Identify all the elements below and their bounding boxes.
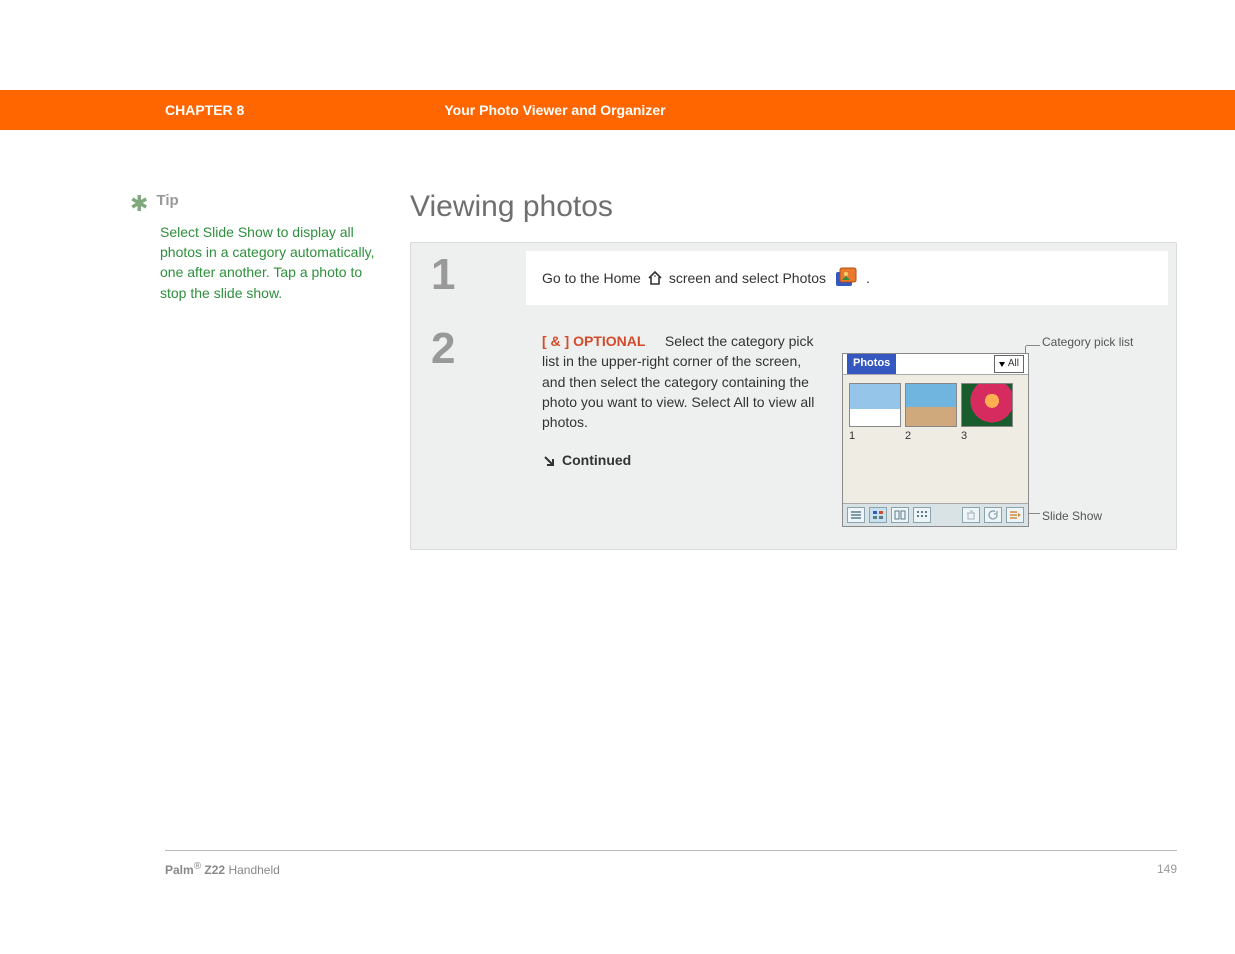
thumbnail[interactable]: 3 xyxy=(961,383,1011,445)
thumbnail-image xyxy=(905,383,957,427)
continued-arrow-icon xyxy=(542,454,556,468)
thumbnail-grid: 1 2 3 xyxy=(843,375,1028,449)
thumbnail-label: 1 xyxy=(849,429,899,445)
step-2-body: [ & ] OPTIONAL Select the category pick … xyxy=(526,317,1168,541)
device-screenshot: Photos All 1 xyxy=(842,353,1029,527)
dropdown-triangle-icon xyxy=(999,362,1005,367)
rotate-icon[interactable] xyxy=(984,507,1002,523)
thumbnail[interactable]: 2 xyxy=(905,383,955,445)
trash-icon[interactable] xyxy=(962,507,980,523)
view-small-thumb-icon[interactable] xyxy=(913,507,931,523)
callout-line xyxy=(1026,345,1040,347)
step-2: 2 [ & ] OPTIONAL Select the category pic… xyxy=(411,317,1176,549)
optional-label: OPTIONAL xyxy=(573,333,645,349)
home-icon xyxy=(647,270,663,286)
step-1-body: Go to the Home screen and select Photos … xyxy=(526,251,1168,305)
tip-body: Select Slide Show to display all photos … xyxy=(160,222,390,303)
chapter-header: CHAPTER 8 Your Photo Viewer and Organize… xyxy=(0,90,1235,130)
callout-category: Category pick list xyxy=(1042,335,1133,349)
page-footer: Palm® Z22 Handheld 149 xyxy=(165,850,1177,877)
photos-app-icon xyxy=(832,265,860,291)
continued-label: Continued xyxy=(562,450,631,470)
thumbnail-image xyxy=(961,383,1013,427)
thumbnail-label: 3 xyxy=(961,429,1011,445)
step-number: 1 xyxy=(411,243,526,313)
thumbnail[interactable]: 1 xyxy=(849,383,899,445)
view-large-thumb-icon[interactable] xyxy=(869,507,887,523)
callout-line xyxy=(1028,513,1040,515)
category-picklist[interactable]: All xyxy=(994,355,1024,374)
app-header: Photos All xyxy=(843,354,1028,375)
slideshow-icon[interactable] xyxy=(1006,507,1024,523)
chapter-title: Your Photo Viewer and Organizer xyxy=(444,102,665,118)
page-number: 149 xyxy=(1157,862,1177,876)
picklist-value: All xyxy=(1008,357,1019,372)
tip-sidebar: ✱ Tip Select Slide Show to display all p… xyxy=(130,190,390,550)
step1-period: . xyxy=(866,268,870,288)
app-toolbar xyxy=(843,503,1028,526)
footer-product: Palm® Z22 Handheld xyxy=(165,861,280,877)
thumbnail-image xyxy=(849,383,901,427)
steps-container: 1 Go to the Home screen and select Photo… xyxy=(410,242,1177,550)
step-number: 2 xyxy=(411,317,526,549)
view-medium-thumb-icon[interactable] xyxy=(891,507,909,523)
main-content: Viewing photos 1 Go to the Home screen a… xyxy=(410,190,1177,550)
optional-prefix: [ & ] xyxy=(542,333,569,349)
continued-indicator: Continued xyxy=(542,450,826,470)
tip-label: Tip xyxy=(156,190,178,212)
step1-text-post: screen and select Photos xyxy=(669,268,826,288)
thumbnail-label: 2 xyxy=(905,429,955,445)
step1-text-pre: Go to the Home xyxy=(542,268,641,288)
view-list-icon[interactable] xyxy=(847,507,865,523)
screenshot-area: Category pick list Photos All xyxy=(842,331,1152,527)
section-heading: Viewing photos xyxy=(410,190,1177,224)
chapter-number: CHAPTER 8 xyxy=(165,102,244,118)
callout-slideshow: Slide Show xyxy=(1042,508,1102,525)
step-1: 1 Go to the Home screen and select Photo… xyxy=(411,243,1176,313)
asterisk-icon: ✱ xyxy=(130,188,148,220)
app-title: Photos xyxy=(847,354,896,374)
